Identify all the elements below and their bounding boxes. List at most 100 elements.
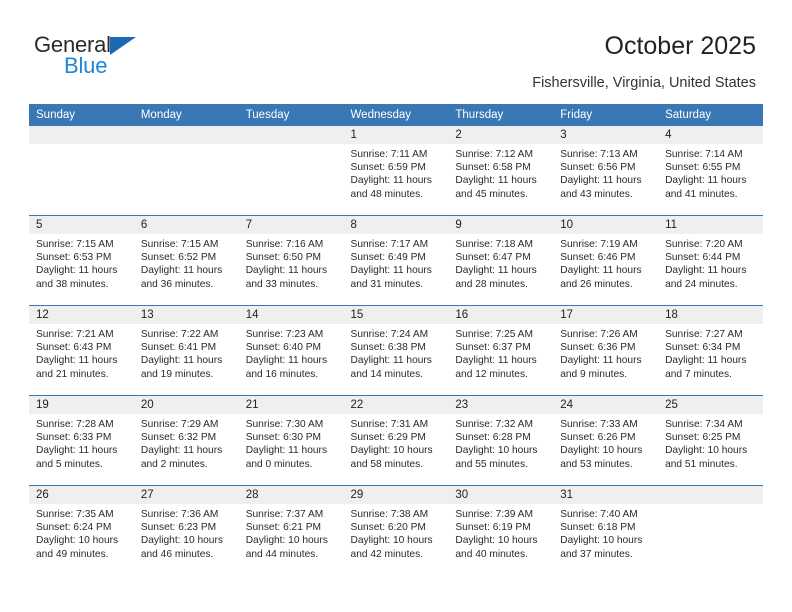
calendar-day-cell[interactable]: 11 Sunrise: 7:20 AM Sunset: 6:44 PM Dayligh… (658, 216, 763, 305)
calendar-day-cell[interactable]: 2 Sunrise: 7:12 AM Sunset: 6:58 PM Daylight… (448, 126, 554, 215)
calendar-day-cell[interactable]: 24 Sunrise: 7:33 AM Sunset: 6:26 PM Dayligh… (553, 396, 659, 485)
calendar-day-cell[interactable]: 30 Sunrise: 7:39 AM Sunset: 6:19 PM Dayligh… (448, 486, 554, 575)
calendar-day-cell[interactable]: 21 Sunrise: 7:30 AM Sunset: 6:30 PM Dayligh… (238, 396, 344, 485)
day-details: Sunrise: 7:12 AM Sunset: 6:58 PM Daylight:… (448, 144, 553, 201)
calendar-day-cell[interactable]: 15 Sunrise: 7:24 AM Sunset: 6:38 PM Dayligh… (343, 306, 449, 395)
sunrise-text: Sunrise: 7:28 AM (36, 419, 114, 430)
day-details: Sunrise: 7:38 AM Sunset: 6:20 PM Daylight:… (344, 504, 449, 561)
day-number: 19 (29, 396, 134, 414)
calendar-day-cell[interactable]: 23 Sunrise: 7:32 AM Sunset: 6:28 PM Dayligh… (448, 396, 554, 485)
daylight-text-line2: and 44 minutes. (245, 548, 319, 560)
daylight-text-line1: Daylight: 11 hours (245, 445, 328, 457)
calendar-day-cell[interactable]: 4 Sunrise: 7:14 AM Sunset: 6:55 PM Daylight… (658, 126, 763, 215)
day-number: 24 (553, 396, 659, 414)
day-details: Sunrise: 7:27 AM Sunset: 6:34 PM Daylight:… (658, 324, 763, 381)
calendar-day-cell[interactable]: 31 Sunrise: 7:40 AM Sunset: 6:18 PM Dayligh… (553, 486, 659, 575)
daylight-text-line2: and 7 minutes. (665, 368, 732, 380)
daylight-text-line2: and 36 minutes. (140, 278, 214, 290)
day-number: 4 (658, 126, 763, 144)
page-header: General Blue October 2025 Fishersville, … (0, 0, 792, 100)
daylight-text-line2: and 53 minutes. (560, 458, 633, 470)
daylight-text-line1: Daylight: 11 hours (350, 355, 432, 367)
daylight-text-line2: and 33 minutes. (245, 278, 319, 290)
calendar-day-cell[interactable]: 14 Sunrise: 7:23 AM Sunset: 6:40 PM Dayligh… (238, 306, 344, 395)
day-number: 18 (658, 306, 763, 324)
day-number: 1 (343, 126, 449, 144)
day-number: 21 (238, 396, 344, 414)
calendar-day-cell[interactable]: 16 Sunrise: 7:25 AM Sunset: 6:37 PM Dayligh… (448, 306, 554, 395)
day-number: 31 (553, 486, 659, 504)
daylight-text-line1: Daylight: 11 hours (36, 265, 118, 277)
day-details: Sunrise: 7:39 AM Sunset: 6:19 PM Daylight:… (448, 504, 553, 561)
calendar-day-cell[interactable]: 17 Sunrise: 7:26 AM Sunset: 6:36 PM Dayligh… (553, 306, 659, 395)
day-details: Sunrise: 7:40 AM Sunset: 6:18 PM Daylight:… (553, 504, 658, 561)
calendar-day-cell[interactable]: 25 Sunrise: 7:34 AM Sunset: 6:25 PM Dayligh… (658, 396, 763, 485)
day-details: Sunrise: 7:21 AM Sunset: 6:43 PM Daylight:… (29, 324, 134, 381)
sunset-text: Sunset: 6:36 PM (560, 342, 636, 354)
daylight-text-line2: and 37 minutes. (560, 548, 633, 560)
day-number: 28 (238, 486, 344, 504)
calendar-day-cell[interactable]: 6 Sunrise: 7:15 AM Sunset: 6:52 PM Daylight… (133, 216, 239, 305)
daylight-text-line1: Daylight: 10 hours (245, 535, 328, 547)
sunrise-text: Sunrise: 7:37 AM (245, 509, 324, 520)
sunrise-text: Sunrise: 7:13 AM (560, 149, 638, 160)
daylight-text-line1: Daylight: 11 hours (665, 175, 747, 187)
day-number: 22 (343, 396, 449, 414)
calendar-day-cell[interactable]: 27 Sunrise: 7:36 AM Sunset: 6:23 PM Dayligh… (133, 486, 239, 575)
day-details: Sunrise: 7:31 AM Sunset: 6:29 PM Daylight:… (344, 414, 449, 471)
day-details: Sunrise: 7:15 AM Sunset: 6:52 PM Daylight:… (134, 234, 239, 291)
calendar-day-cell[interactable]: 28 Sunrise: 7:37 AM Sunset: 6:21 PM Dayligh… (238, 486, 344, 575)
daylight-text-line2: and 43 minutes. (560, 188, 633, 200)
daylight-text-line1: Daylight: 10 hours (455, 535, 538, 547)
day-details: Sunrise: 7:24 AM Sunset: 6:38 PM Daylight:… (344, 324, 449, 381)
calendar-day-cell[interactable]: 5 Sunrise: 7:15 AM Sunset: 6:53 PM Daylight… (29, 216, 134, 305)
calendar-day-cell[interactable]: 9 Sunrise: 7:18 AM Sunset: 6:47 PM Daylight… (448, 216, 554, 305)
calendar-page: General Blue October 2025 Fishersville, … (0, 0, 792, 612)
sunset-text: Sunset: 6:29 PM (350, 432, 426, 444)
day-details: Sunrise: 7:30 AM Sunset: 6:30 PM Daylight:… (239, 414, 344, 471)
calendar-day-cell[interactable]: 26 Sunrise: 7:35 AM Sunset: 6:24 PM Dayligh… (29, 486, 134, 575)
calendar-body: 1 Sunrise: 7:11 AM Sunset: 6:59 PM Daylight… (29, 126, 763, 575)
day-number: 10 (553, 216, 659, 234)
day-details: Sunrise: 7:29 AM Sunset: 6:32 PM Daylight:… (134, 414, 239, 471)
calendar-day-cell[interactable]: 20 Sunrise: 7:29 AM Sunset: 6:32 PM Dayligh… (133, 396, 239, 485)
day-number: 6 (133, 216, 239, 234)
generalblue-logo[interactable]: General Blue (34, 34, 234, 77)
daylight-text-line1: Daylight: 11 hours (140, 355, 223, 367)
triangle-icon (110, 37, 136, 55)
calendar-day-cell[interactable]: 12 Sunrise: 7:21 AM Sunset: 6:43 PM Dayligh… (29, 306, 134, 395)
day-number: 15 (343, 306, 449, 324)
calendar-day-cell-empty (238, 126, 344, 215)
daylight-text-line1: Daylight: 11 hours (140, 265, 223, 277)
calendar-day-cell[interactable]: 1 Sunrise: 7:11 AM Sunset: 6:59 PM Daylight… (343, 126, 449, 215)
daylight-text-line1: Daylight: 11 hours (350, 175, 432, 187)
day-number: 9 (448, 216, 554, 234)
daylight-text-line1: Daylight: 10 hours (36, 535, 119, 547)
calendar-day-cell[interactable]: 18 Sunrise: 7:27 AM Sunset: 6:34 PM Dayligh… (658, 306, 763, 395)
sunrise-text: Sunrise: 7:25 AM (455, 329, 533, 340)
calendar-day-cell[interactable]: 22 Sunrise: 7:31 AM Sunset: 6:29 PM Dayligh… (343, 396, 449, 485)
day-number (238, 126, 344, 144)
sunrise-text: Sunrise: 7:23 AM (245, 329, 324, 340)
calendar-day-cell[interactable]: 19 Sunrise: 7:28 AM Sunset: 6:33 PM Dayligh… (29, 396, 134, 485)
sunset-text: Sunset: 6:43 PM (36, 342, 112, 354)
calendar-day-cell[interactable]: 10 Sunrise: 7:19 AM Sunset: 6:46 PM Dayligh… (553, 216, 659, 305)
day-details: Sunrise: 7:17 AM Sunset: 6:49 PM Daylight:… (344, 234, 449, 291)
calendar-day-cell[interactable]: 13 Sunrise: 7:22 AM Sunset: 6:41 PM Dayligh… (133, 306, 239, 395)
day-details: Sunrise: 7:25 AM Sunset: 6:37 PM Daylight:… (448, 324, 553, 381)
day-number (658, 486, 763, 504)
day-details: Sunrise: 7:34 AM Sunset: 6:25 PM Daylight:… (658, 414, 763, 471)
calendar-day-cell[interactable]: 8 Sunrise: 7:17 AM Sunset: 6:49 PM Daylight… (343, 216, 449, 305)
calendar-day-cell[interactable]: 29 Sunrise: 7:38 AM Sunset: 6:20 PM Dayligh… (343, 486, 449, 575)
sunrise-text: Sunrise: 7:17 AM (350, 239, 429, 250)
sunset-text: Sunset: 6:50 PM (245, 252, 322, 264)
calendar-week-row: 26 Sunrise: 7:35 AM Sunset: 6:24 PM Dayligh… (29, 486, 763, 575)
day-number: 17 (553, 306, 659, 324)
sunrise-text: Sunrise: 7:24 AM (350, 329, 429, 340)
sunrise-text: Sunrise: 7:34 AM (665, 419, 743, 430)
calendar-day-cell[interactable]: 7 Sunrise: 7:16 AM Sunset: 6:50 PM Daylight… (238, 216, 344, 305)
day-number: 29 (343, 486, 449, 504)
calendar-day-cell[interactable]: 3 Sunrise: 7:13 AM Sunset: 6:56 PM Daylight… (553, 126, 659, 215)
sunset-text: Sunset: 6:23 PM (140, 522, 217, 534)
sunrise-text: Sunrise: 7:21 AM (36, 329, 114, 340)
